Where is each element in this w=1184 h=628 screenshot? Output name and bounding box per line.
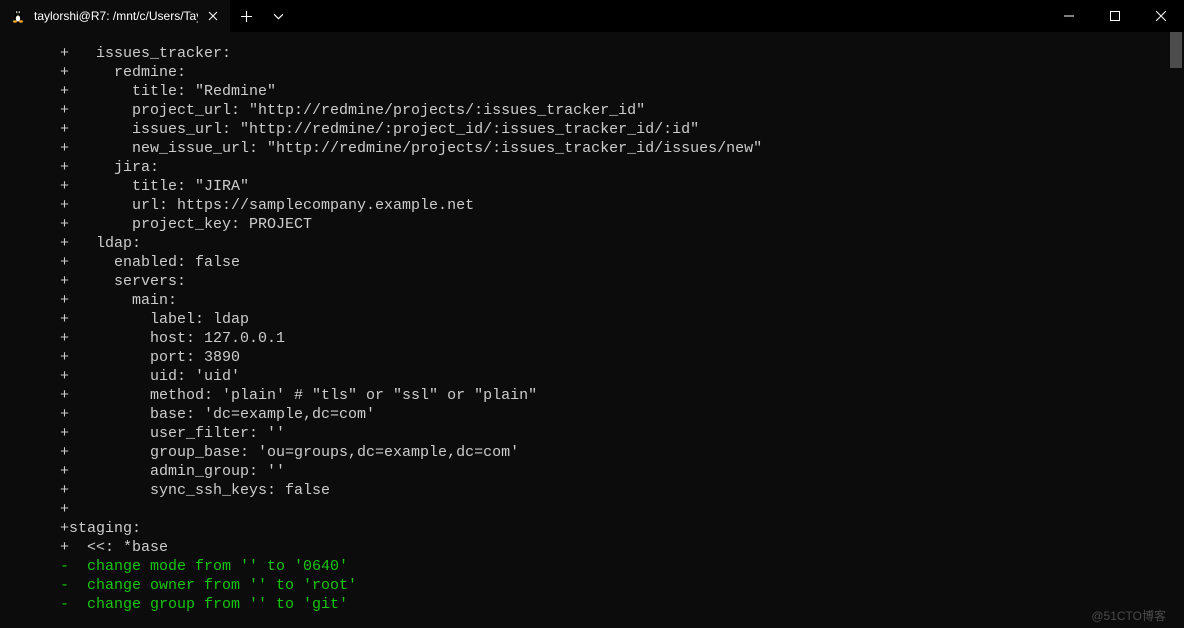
- tab-close-button[interactable]: [206, 9, 220, 23]
- terminal-line: +: [60, 500, 1168, 519]
- scrollbar[interactable]: [1168, 32, 1184, 628]
- terminal-line: + redmine:: [60, 63, 1168, 82]
- titlebar: taylorshi@R7: /mnt/c/Users/Tay: [0, 0, 1184, 32]
- terminal-line: +staging:: [60, 519, 1168, 538]
- terminal-line: + enabled: false: [60, 253, 1168, 272]
- minimize-button[interactable]: [1046, 0, 1092, 32]
- terminal-line: + title: "JIRA": [60, 177, 1168, 196]
- terminal-line: + sync_ssh_keys: false: [60, 481, 1168, 500]
- terminal-line: + issues_url: "http://redmine/:project_i…: [60, 120, 1168, 139]
- terminal-line: + method: 'plain' # "tls" or "ssl" or "p…: [60, 386, 1168, 405]
- terminal-line: + port: 3890: [60, 348, 1168, 367]
- terminal-line: + jira:: [60, 158, 1168, 177]
- scroll-thumb[interactable]: [1170, 32, 1182, 68]
- terminal-line: + new_issue_url: "http://redmine/project…: [60, 139, 1168, 158]
- terminal-line: + project_url: "http://redmine/projects/…: [60, 101, 1168, 120]
- terminal-line: + issues_tracker:: [60, 44, 1168, 63]
- terminal-line: + admin_group: '': [60, 462, 1168, 481]
- terminal-line: + title: "Redmine": [60, 82, 1168, 101]
- terminal-line: + url: https://samplecompany.example.net: [60, 196, 1168, 215]
- terminal-line: + user_filter: '': [60, 424, 1168, 443]
- terminal-line: + main:: [60, 291, 1168, 310]
- titlebar-drag-area[interactable]: [294, 0, 1046, 32]
- terminal-line: + <<: *base: [60, 538, 1168, 557]
- terminal-line: + uid: 'uid': [60, 367, 1168, 386]
- terminal-line: + servers:: [60, 272, 1168, 291]
- terminal-area: + issues_tracker:+ redmine:+ title: "Red…: [0, 32, 1184, 628]
- terminal-line: - change group from '' to 'git': [60, 595, 1168, 614]
- tux-icon: [10, 8, 26, 24]
- terminal-line: + host: 127.0.0.1: [60, 329, 1168, 348]
- new-tab-button[interactable]: [230, 0, 262, 32]
- maximize-button[interactable]: [1092, 0, 1138, 32]
- window-controls: [1046, 0, 1184, 32]
- terminal-line: + label: ldap: [60, 310, 1168, 329]
- window-close-button[interactable]: [1138, 0, 1184, 32]
- terminal-output[interactable]: + issues_tracker:+ redmine:+ title: "Red…: [0, 32, 1168, 628]
- tab-dropdown-button[interactable]: [262, 0, 294, 32]
- terminal-line: - change owner from '' to 'root': [60, 576, 1168, 595]
- terminal-line: - change mode from '' to '0640': [60, 557, 1168, 576]
- tab-title: taylorshi@R7: /mnt/c/Users/Tay: [34, 9, 198, 23]
- terminal-line: + project_key: PROJECT: [60, 215, 1168, 234]
- terminal-tab[interactable]: taylorshi@R7: /mnt/c/Users/Tay: [0, 0, 230, 32]
- terminal-line: + group_base: 'ou=groups,dc=example,dc=c…: [60, 443, 1168, 462]
- terminal-line: + base: 'dc=example,dc=com': [60, 405, 1168, 424]
- watermark: @51CTO博客: [1091, 607, 1166, 624]
- terminal-line: + ldap:: [60, 234, 1168, 253]
